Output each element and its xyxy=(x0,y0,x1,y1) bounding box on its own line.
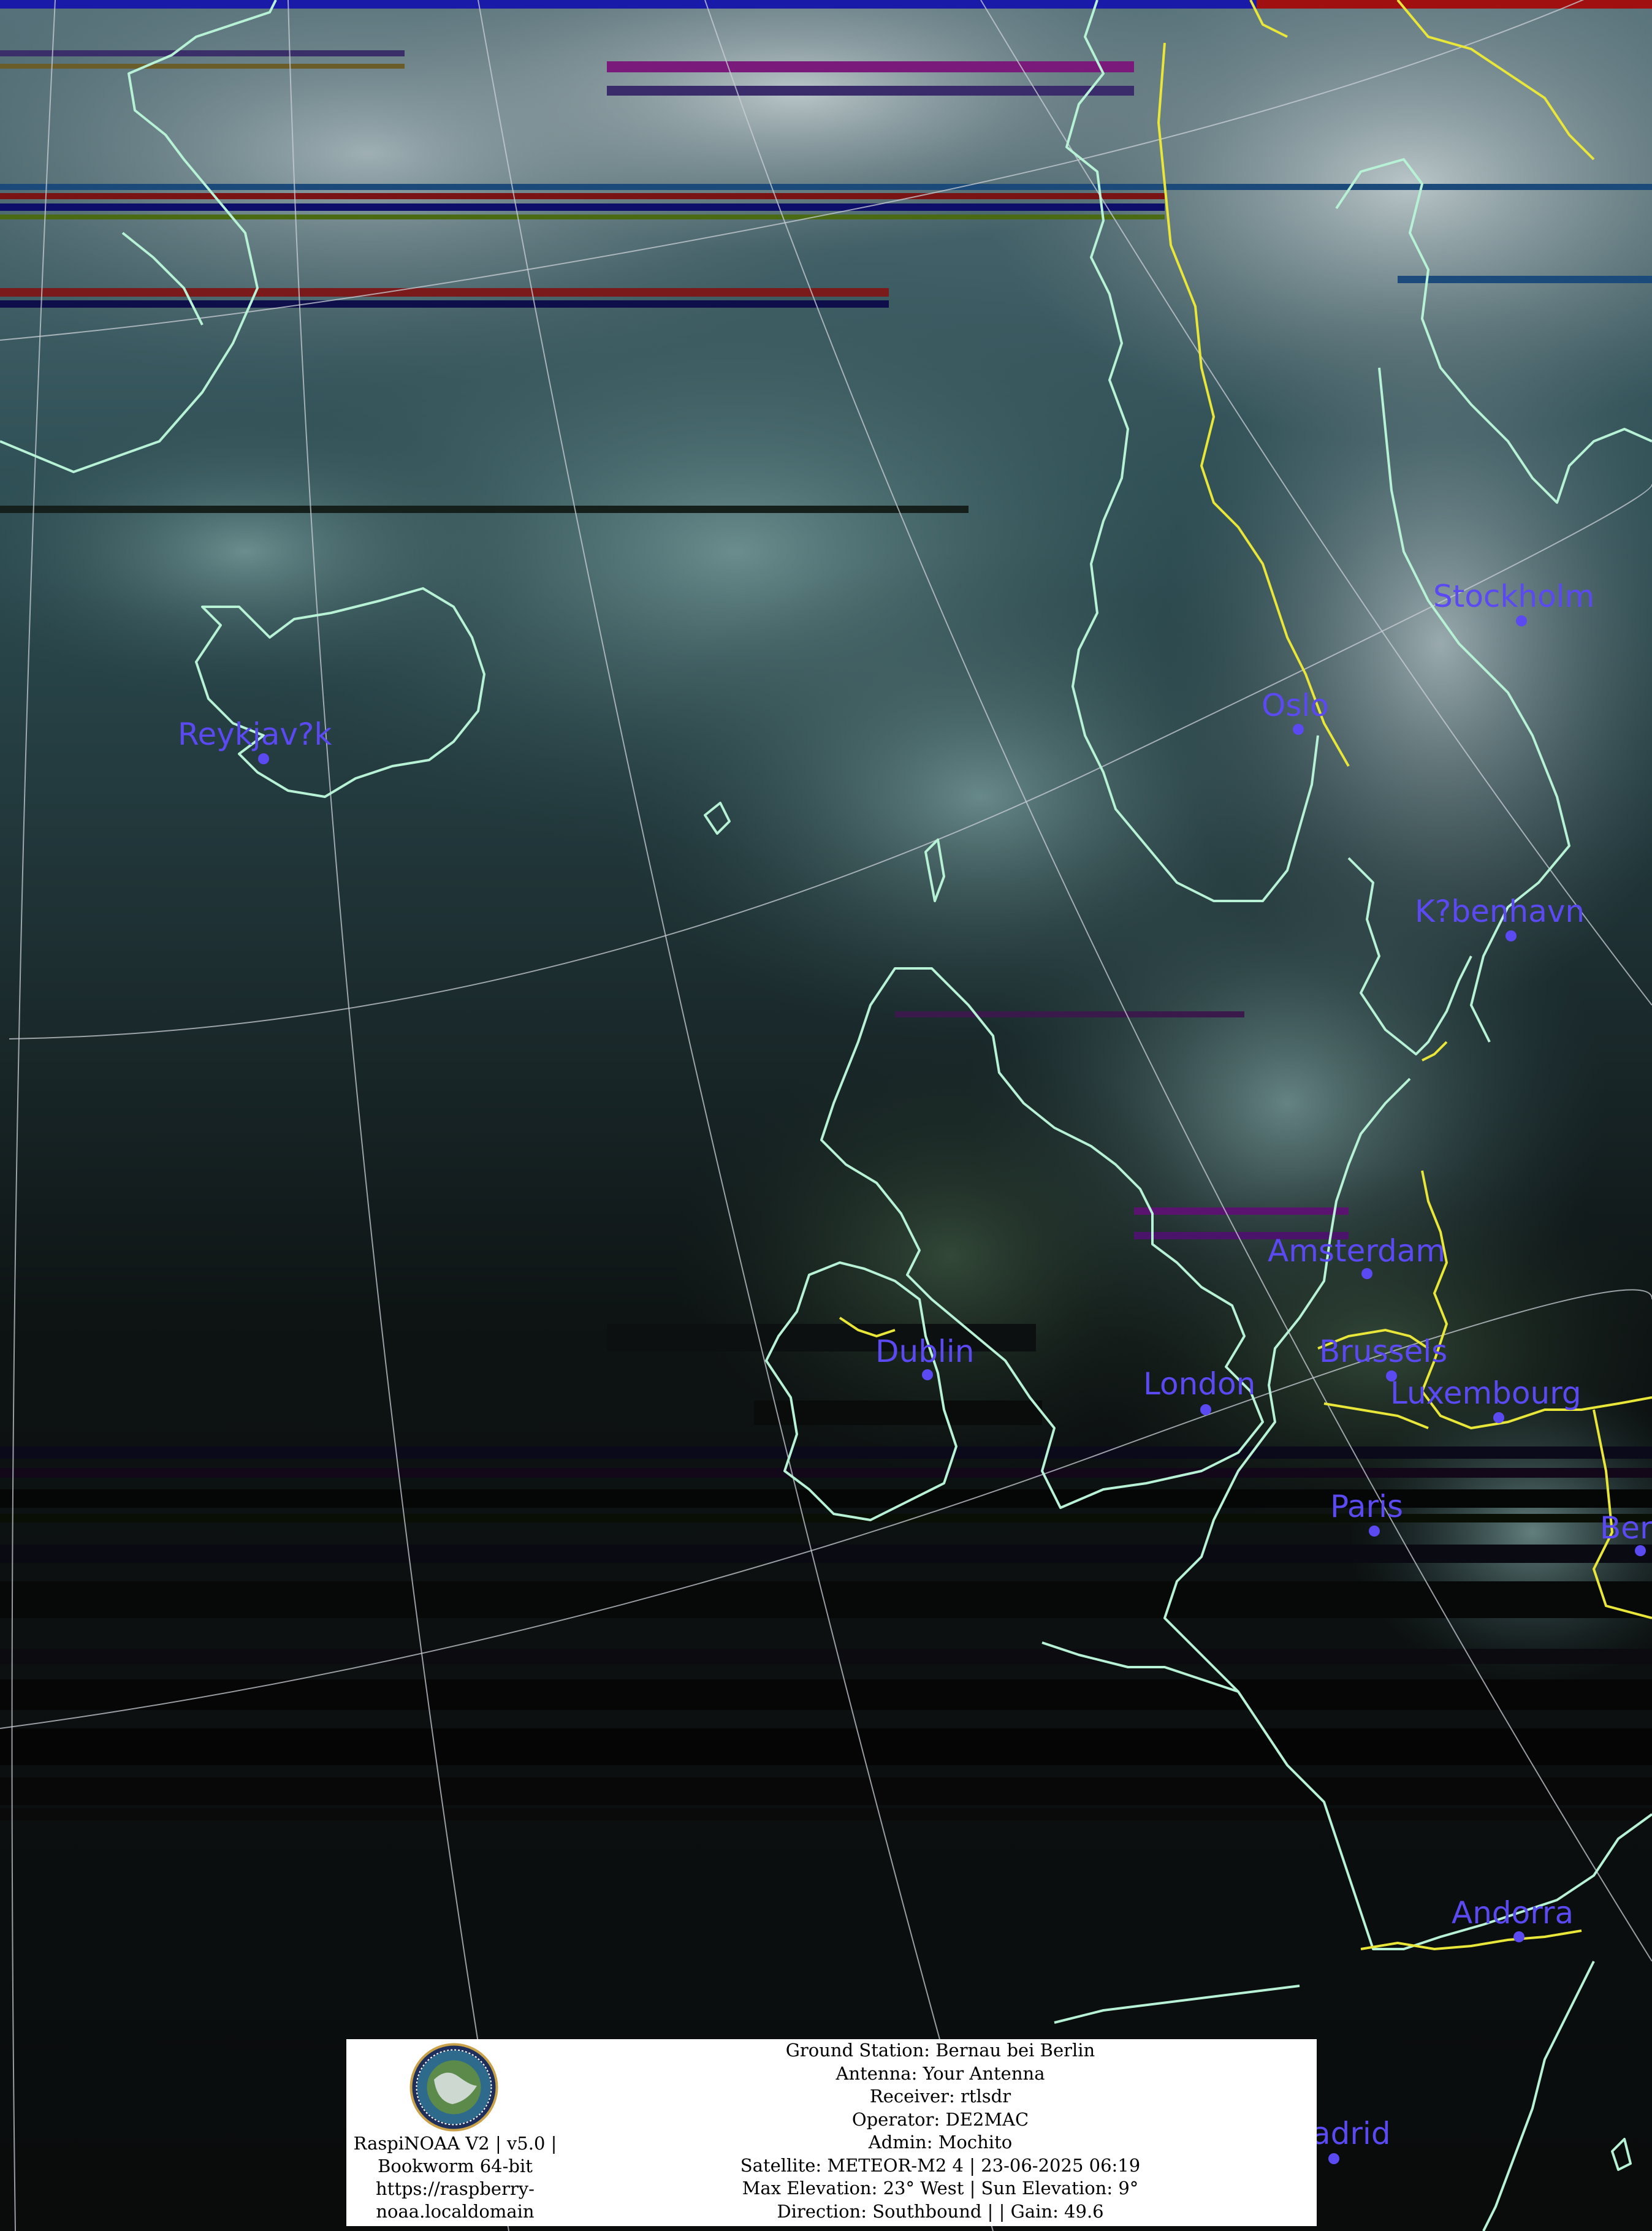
logo-line: Bookworm 64-bit xyxy=(378,2156,533,2176)
svg-text:adrid: adrid xyxy=(1312,2116,1391,2151)
satellite-map: Stockholm Oslo Reykjav?k K?benhavn Amste… xyxy=(0,0,1652,2231)
admin-line: Admin: Mochito xyxy=(868,2132,1013,2153)
svg-text:London: London xyxy=(1143,1366,1255,1402)
direction-line: Direction: Southbound | | Gain: 49.6 xyxy=(777,2200,1104,2222)
logo-caption: RaspiNOAA V2 | v5.0 | Bookworm 64-bit ht… xyxy=(346,2132,564,2223)
svg-text:Paris: Paris xyxy=(1330,1489,1403,1524)
svg-text:Andorra: Andorra xyxy=(1452,1895,1574,1931)
logo-box: RaspiNOAA V2 | v5.0 | Bookworm 64-bit ht… xyxy=(346,2039,564,2226)
satellite-line: Satellite: METEOR-M2 4 | 23-06-2025 06:1… xyxy=(740,2154,1141,2176)
svg-text:Amsterdam: Amsterdam xyxy=(1268,1233,1445,1269)
antenna-line: Antenna: Your Antenna xyxy=(836,2062,1045,2084)
raspinoaa-globe-logo-icon xyxy=(409,2043,498,2132)
svg-text:Ber: Ber xyxy=(1600,1510,1652,1546)
svg-text:Luxembourg: Luxembourg xyxy=(1390,1375,1582,1411)
elevation-line: Max Elevation: 23° West | Sun Elevation:… xyxy=(742,2178,1139,2199)
operator-line: Operator: DE2MAC xyxy=(851,2108,1029,2130)
svg-text:Brussels: Brussels xyxy=(1319,1334,1447,1369)
svg-text:Stockholm: Stockholm xyxy=(1433,579,1594,614)
logo-line: RaspiNOAA V2 | v5.0 | xyxy=(353,2133,557,2154)
logo-line: https://raspberry- xyxy=(376,2178,535,2199)
info-panel: RaspiNOAA V2 | v5.0 | Bookworm 64-bit ht… xyxy=(346,2039,1317,2226)
svg-text:Reykjav?k: Reykjav?k xyxy=(178,716,332,752)
ground-station-line: Ground Station: Bernau bei Berlin xyxy=(785,2040,1095,2061)
svg-text:Oslo: Oslo xyxy=(1262,688,1329,723)
station-info: Ground Station: Bernau bei Berlin Antenn… xyxy=(564,2039,1317,2223)
svg-text:K?benhavn: K?benhavn xyxy=(1415,894,1585,929)
logo-line: noaa.localdomain xyxy=(376,2201,535,2222)
svg-text:Dublin: Dublin xyxy=(875,1334,974,1369)
receiver-line: Receiver: rtlsdr xyxy=(869,2086,1011,2107)
